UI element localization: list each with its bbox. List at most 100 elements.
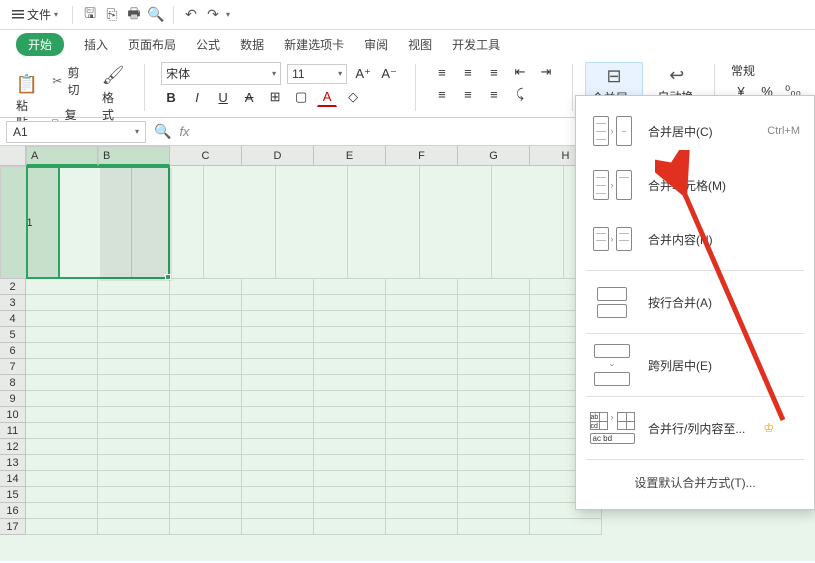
cell[interactable] [242,279,314,295]
strike-button[interactable]: A [239,87,259,107]
undo-icon[interactable]: ↶ [182,6,200,24]
cell[interactable] [98,423,170,439]
search-icon[interactable]: 🔍 [154,123,171,140]
cell[interactable] [242,423,314,439]
save-as-icon[interactable]: ⎘ [103,6,121,24]
cell[interactable] [98,311,170,327]
cell[interactable] [458,327,530,343]
cell[interactable] [458,487,530,503]
tab-view[interactable]: 视图 [408,36,432,53]
col-F[interactable]: F [386,146,458,166]
row-17[interactable]: 17 [0,519,26,535]
cell[interactable] [26,359,98,375]
chevron-down-icon[interactable]: ▾ [226,10,230,19]
indent-dec-icon[interactable]: ⇤ [510,62,530,82]
row-16[interactable]: 16 [0,503,26,519]
cell[interactable] [314,279,386,295]
cell[interactable] [386,423,458,439]
cell[interactable] [242,295,314,311]
cell[interactable] [132,166,204,279]
cell[interactable] [386,439,458,455]
cell[interactable] [420,166,492,279]
cell[interactable] [458,503,530,519]
cell[interactable] [26,295,98,311]
cell[interactable] [98,471,170,487]
orientation-icon[interactable]: ⤹ [510,84,530,104]
cell[interactable] [458,343,530,359]
cell[interactable] [314,407,386,423]
cell[interactable] [98,295,170,311]
cell[interactable] [98,439,170,455]
row-7[interactable]: 7 [0,359,26,375]
cell[interactable] [98,503,170,519]
redo-icon[interactable]: ↷ [204,6,222,24]
select-all-corner[interactable] [0,146,26,166]
cell[interactable] [314,359,386,375]
row-8[interactable]: 8 [0,375,26,391]
align-left-icon[interactable]: ≡ [432,84,452,104]
tab-new[interactable]: 新建选项卡 [284,36,344,53]
cell[interactable] [386,407,458,423]
cell[interactable] [26,519,98,535]
increase-font-icon[interactable]: A⁺ [353,64,373,84]
cell[interactable] [458,391,530,407]
cell[interactable] [26,343,98,359]
cell[interactable] [242,487,314,503]
cell[interactable] [276,166,348,279]
cell[interactable] [386,295,458,311]
decrease-font-icon[interactable]: A⁻ [379,64,399,84]
file-menu[interactable]: 文件 ▾ [6,3,64,26]
cell[interactable] [242,503,314,519]
row-10[interactable]: 10 [0,407,26,423]
cell[interactable] [386,375,458,391]
row-15[interactable]: 15 [0,487,26,503]
cell[interactable] [458,295,530,311]
merge-center-item[interactable]: › 合并居中(C) Ctrl+M [576,104,814,158]
cell[interactable] [204,166,276,279]
merge-content-item[interactable]: › 合并内容(N) [576,212,814,266]
font-name-select[interactable]: 宋体▾ [161,62,281,85]
cell[interactable] [386,327,458,343]
merge-settings-item[interactable]: 设置默认合并方式(T)... [576,464,814,501]
row-4[interactable]: 4 [0,311,26,327]
cell[interactable] [26,455,98,471]
cell[interactable] [170,311,242,327]
cell[interactable] [170,519,242,535]
cell[interactable] [170,455,242,471]
cell[interactable] [242,343,314,359]
print-icon[interactable]: 🖶 [125,6,143,24]
cell[interactable] [170,423,242,439]
underline-button[interactable]: U [213,87,233,107]
tab-start[interactable]: 开始 [16,33,64,56]
fx-icon[interactable]: fx [179,124,189,139]
name-box[interactable]: A1▾ [6,121,146,143]
align-bot-icon[interactable]: ≡ [484,62,504,82]
cell[interactable] [242,455,314,471]
cell[interactable] [458,423,530,439]
cell[interactable] [242,327,314,343]
tab-insert[interactable]: 插入 [84,36,108,53]
phonetic-button[interactable]: ◇ [343,87,363,107]
row-1[interactable]: 1 [0,166,60,279]
col-A[interactable]: A [26,146,98,166]
row-5[interactable]: 5 [0,327,26,343]
row-3[interactable]: 3 [0,295,26,311]
cut-button[interactable]: ✂剪切 [48,62,92,100]
row-14[interactable]: 14 [0,471,26,487]
cell[interactable] [98,519,170,535]
cell[interactable] [170,439,242,455]
cell[interactable] [170,471,242,487]
cell[interactable] [386,519,458,535]
row-2[interactable]: 2 [0,279,26,295]
save-icon[interactable]: 🖫 [81,6,99,24]
cell[interactable] [458,455,530,471]
cell[interactable] [458,375,530,391]
cell[interactable] [98,327,170,343]
col-E[interactable]: E [314,146,386,166]
cell[interactable] [458,439,530,455]
merge-to-item[interactable]: abcd›ac bd 合并行/列内容至... ♔ [576,401,814,455]
cell[interactable] [170,295,242,311]
cell[interactable] [314,327,386,343]
merge-rows-item[interactable]: 按行合并(A) [576,275,814,329]
cell[interactable] [458,359,530,375]
